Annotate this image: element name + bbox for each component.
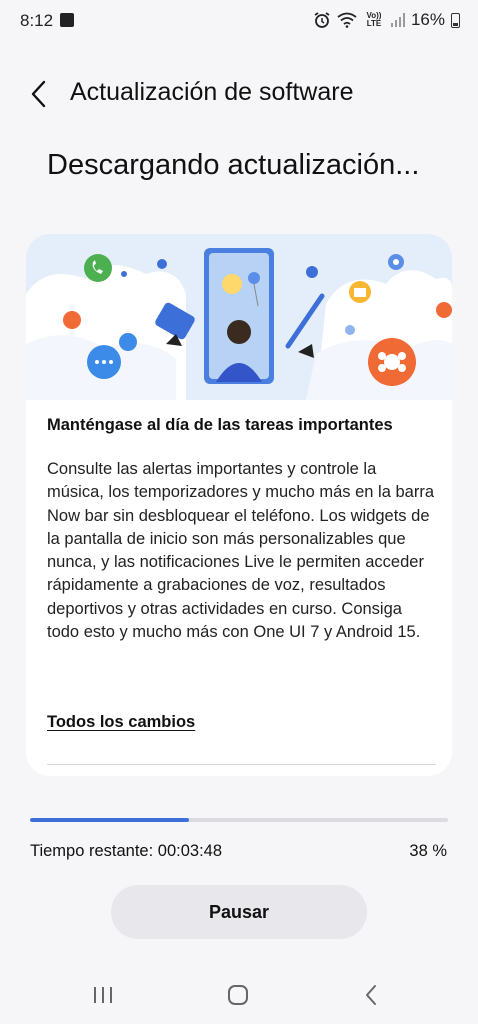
back-arrow-icon bbox=[366, 985, 376, 1005]
feature-illustration bbox=[26, 234, 452, 400]
card-description: Consulte las alertas importantes y contr… bbox=[47, 460, 434, 642]
nav-back-button[interactable] bbox=[352, 978, 392, 1012]
card-divider bbox=[47, 764, 436, 765]
recents-icon bbox=[94, 987, 112, 1003]
signal-icon bbox=[390, 13, 405, 27]
status-time: 8:12 bbox=[20, 11, 54, 30]
status-icons: Vo)) LTE 16% bbox=[313, 10, 460, 30]
page-title: Actualización de software bbox=[70, 78, 354, 106]
alarm-icon bbox=[314, 12, 330, 28]
status-bar: 8:12 Vo)) LTE 16% bbox=[0, 0, 478, 40]
home-icon bbox=[228, 985, 248, 1005]
battery-percent: 16% bbox=[410, 10, 445, 29]
all-changes-link[interactable]: Todos los cambios bbox=[47, 713, 195, 732]
recents-button[interactable] bbox=[83, 978, 123, 1012]
time-remaining: Tiempo restante: 00:03:48 bbox=[30, 842, 223, 860]
download-progress-bar bbox=[30, 818, 448, 822]
card-title: Manténgase al día de las tareas importan… bbox=[47, 416, 393, 434]
volte-lte-label: Vo)) LTE bbox=[366, 11, 382, 28]
wifi-icon bbox=[337, 12, 357, 28]
system-nav-bar bbox=[0, 970, 478, 1020]
progress-percent: 38 % bbox=[409, 842, 447, 860]
download-progress-fill bbox=[30, 818, 189, 822]
download-status-heading: Descargando actualización... bbox=[47, 149, 420, 181]
notification-app-icon bbox=[60, 13, 74, 27]
home-button[interactable] bbox=[218, 978, 258, 1012]
pause-button[interactable]: Pausar bbox=[111, 885, 367, 939]
chevron-left-icon bbox=[31, 80, 46, 108]
notifications-illustration-graphic bbox=[26, 248, 452, 400]
back-button[interactable] bbox=[24, 76, 54, 112]
battery-icon bbox=[451, 12, 460, 28]
update-info-card: Manténgase al día de las tareas importan… bbox=[26, 234, 452, 776]
